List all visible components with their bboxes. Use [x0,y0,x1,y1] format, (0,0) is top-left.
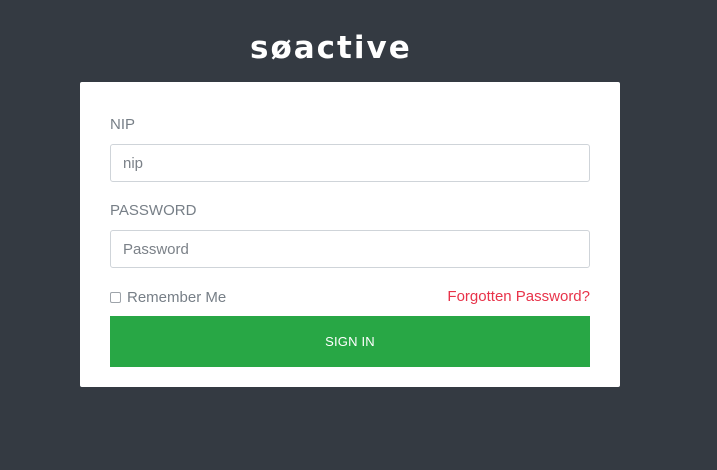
remember-me-checkbox[interactable] [110,291,121,303]
password-input[interactable] [110,230,590,268]
nip-input[interactable] [110,144,590,182]
login-card: NIP PASSWORD Remember Me Forgotten Passw… [80,82,620,387]
nip-label: NIP [110,116,136,133]
remember-me-option[interactable]: Remember Me [110,288,226,306]
sign-in-button[interactable]: SIGN IN [110,316,590,367]
remember-me-label: Remember Me [127,288,227,306]
login-page: søactive NIP PASSWORD Remember Me Forgot… [0,0,717,470]
forgot-password-link[interactable]: Forgotten Password? [447,288,590,306]
password-label: PASSWORD [110,202,197,219]
brand-logo: søactive [250,30,412,66]
